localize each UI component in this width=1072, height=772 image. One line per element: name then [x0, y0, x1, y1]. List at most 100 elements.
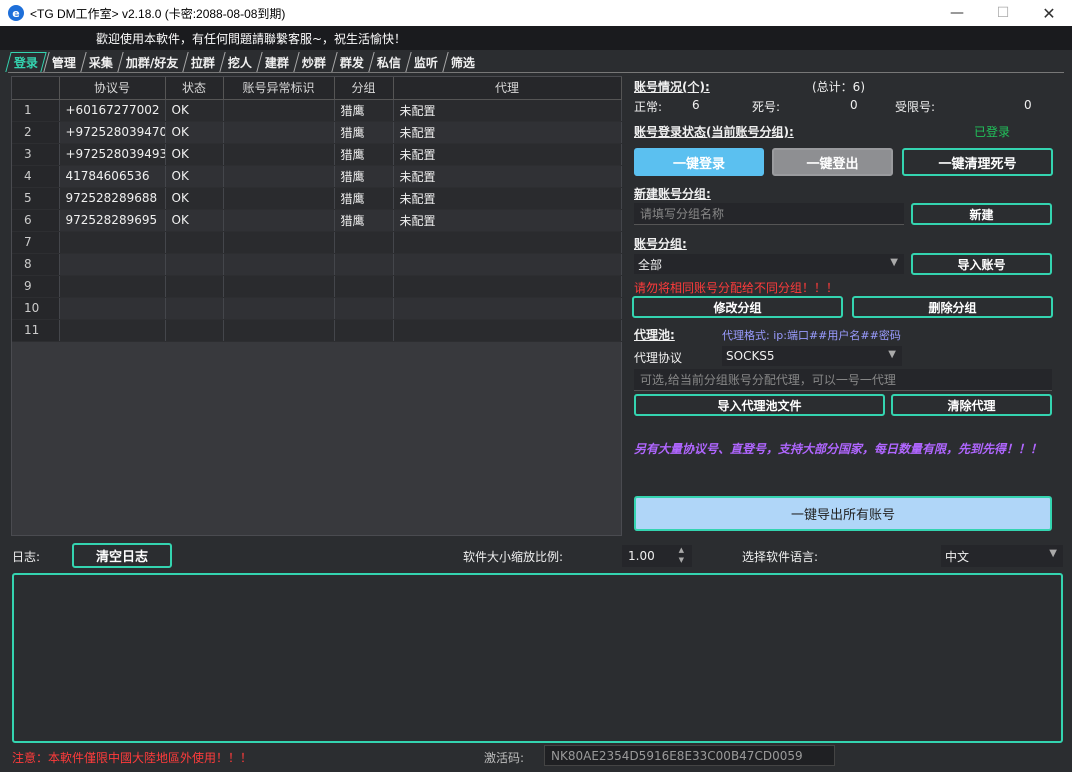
tab-dig[interactable]: 挖人: [219, 52, 261, 72]
row-number[interactable]: 3: [12, 143, 60, 166]
group-cell[interactable]: [334, 231, 394, 254]
table-row[interactable]: 3 +972528039493 OK 猎鹰 未配置: [12, 143, 622, 166]
row-number[interactable]: 6: [12, 209, 60, 232]
activation-code-field[interactable]: NK80AE2354D5916E8E33C00B47CD0059: [544, 745, 835, 766]
phone-cell[interactable]: [59, 253, 166, 276]
phone-cell[interactable]: 972528289695: [59, 209, 166, 232]
group-cell[interactable]: 猎鹰: [334, 99, 394, 122]
group-cell[interactable]: [334, 297, 394, 320]
clear-log-button[interactable]: 清空日志: [72, 543, 172, 568]
tab-join-group[interactable]: 加群/好友: [117, 52, 187, 72]
row-number[interactable]: 4: [12, 165, 60, 188]
column-header-phone[interactable]: 协议号: [59, 77, 166, 100]
tab-private-message[interactable]: 私信: [367, 52, 409, 72]
group-cell[interactable]: 猎鹰: [334, 121, 394, 144]
proxy-input[interactable]: 可选,给当前分组账号分配代理，可以一号一代理: [634, 369, 1052, 391]
group-cell[interactable]: 猎鹰: [334, 143, 394, 166]
table-row[interactable]: 5 972528289688 OK 猎鹰 未配置: [12, 187, 622, 210]
phone-cell[interactable]: [59, 275, 166, 298]
table-row[interactable]: 10: [12, 297, 622, 320]
group-cell[interactable]: [334, 275, 394, 298]
phone-cell[interactable]: 972528289688: [59, 187, 166, 210]
table-row[interactable]: 8: [12, 253, 622, 276]
proxy-cell[interactable]: [393, 319, 622, 342]
clean-dead-button[interactable]: 一键清理死号: [902, 148, 1053, 176]
group-cell[interactable]: 猎鹰: [334, 209, 394, 232]
flag-cell[interactable]: [223, 121, 335, 144]
spin-down-icon[interactable]: ▼: [679, 556, 684, 564]
proxy-cell[interactable]: 未配置: [393, 99, 622, 122]
group-name-input[interactable]: 请填写分组名称: [634, 203, 904, 225]
status-cell[interactable]: [165, 297, 224, 320]
phone-cell[interactable]: [59, 297, 166, 320]
tab-manage[interactable]: 管理: [43, 52, 84, 72]
close-button[interactable]: ✕: [1026, 0, 1072, 26]
proxy-cell[interactable]: [393, 253, 622, 276]
column-header-group[interactable]: 分组: [334, 77, 394, 100]
table-row[interactable]: 2 +972528039470 OK 猎鹰 未配置: [12, 121, 622, 144]
status-cell[interactable]: OK: [165, 187, 224, 210]
delete-group-button[interactable]: 删除分组: [852, 296, 1053, 318]
create-group-button[interactable]: 新建: [911, 203, 1052, 225]
status-cell[interactable]: [165, 231, 224, 254]
status-cell[interactable]: [165, 253, 224, 276]
table-row[interactable]: 6 972528289695 OK 猎鹰 未配置: [12, 209, 622, 232]
proxy-cell[interactable]: 未配置: [393, 143, 622, 166]
tab-broadcast[interactable]: 群发: [330, 52, 372, 72]
group-cell[interactable]: [334, 319, 394, 342]
flag-cell[interactable]: [223, 209, 335, 232]
tab-login[interactable]: 登录: [5, 52, 47, 72]
status-cell[interactable]: [165, 319, 224, 342]
group-select[interactable]: 全部 ▼: [634, 254, 904, 274]
status-cell[interactable]: OK: [165, 209, 224, 232]
tab-hype-group[interactable]: 炒群: [293, 52, 335, 72]
language-select[interactable]: 中文 ▼: [941, 545, 1063, 567]
log-output[interactable]: [12, 573, 1063, 743]
row-number[interactable]: 5: [12, 187, 60, 210]
column-header-status[interactable]: 状态: [165, 77, 224, 100]
status-cell[interactable]: OK: [165, 99, 224, 122]
proxy-protocol-select[interactable]: SOCKS5 ▼: [722, 346, 902, 366]
row-number[interactable]: 7: [12, 231, 60, 254]
flag-cell[interactable]: [223, 297, 335, 320]
row-number[interactable]: 8: [12, 253, 60, 276]
phone-cell[interactable]: +972528039470: [59, 121, 166, 144]
logout-all-button[interactable]: 一键登出: [772, 148, 893, 176]
flag-cell[interactable]: [223, 143, 335, 166]
status-cell[interactable]: OK: [165, 143, 224, 166]
phone-cell[interactable]: +972528039493: [59, 143, 166, 166]
flag-cell[interactable]: [223, 231, 335, 254]
group-cell[interactable]: [334, 253, 394, 276]
group-cell[interactable]: 猎鹰: [334, 165, 394, 188]
tab-monitor[interactable]: 监听: [404, 52, 446, 72]
tab-create-group[interactable]: 建群: [256, 52, 298, 72]
proxy-cell[interactable]: [393, 231, 622, 254]
table-row[interactable]: 1 +60167277002 OK 猎鹰 未配置: [12, 99, 622, 122]
scale-spinbox[interactable]: 1.00 ▲ ▼: [622, 545, 692, 567]
maximize-button[interactable]: ☐: [980, 0, 1026, 26]
column-header-index[interactable]: [12, 77, 60, 100]
import-proxy-file-button[interactable]: 导入代理池文件: [634, 394, 885, 416]
import-accounts-button[interactable]: 导入账号: [911, 253, 1052, 275]
flag-cell[interactable]: [223, 319, 335, 342]
proxy-cell[interactable]: [393, 275, 622, 298]
flag-cell[interactable]: [223, 187, 335, 210]
phone-cell[interactable]: 41784606536: [59, 165, 166, 188]
tab-pull-group[interactable]: 拉群: [182, 52, 224, 72]
phone-cell[interactable]: +60167277002: [59, 99, 166, 122]
tab-filter[interactable]: 筛选: [441, 52, 483, 72]
table-row[interactable]: 11: [12, 319, 622, 342]
table-row[interactable]: 7: [12, 231, 622, 254]
phone-cell[interactable]: [59, 231, 166, 254]
row-number[interactable]: 10: [12, 297, 60, 320]
column-header-flag[interactable]: 账号异常标识: [223, 77, 335, 100]
table-row[interactable]: 9: [12, 275, 622, 298]
spin-up-icon[interactable]: ▲: [679, 546, 684, 554]
flag-cell[interactable]: [223, 275, 335, 298]
proxy-cell[interactable]: [393, 297, 622, 320]
login-all-button[interactable]: 一键登录: [634, 148, 764, 176]
row-number[interactable]: 1: [12, 99, 60, 122]
edit-group-button[interactable]: 修改分组: [632, 296, 843, 318]
proxy-cell[interactable]: 未配置: [393, 165, 622, 188]
proxy-cell[interactable]: 未配置: [393, 209, 622, 232]
